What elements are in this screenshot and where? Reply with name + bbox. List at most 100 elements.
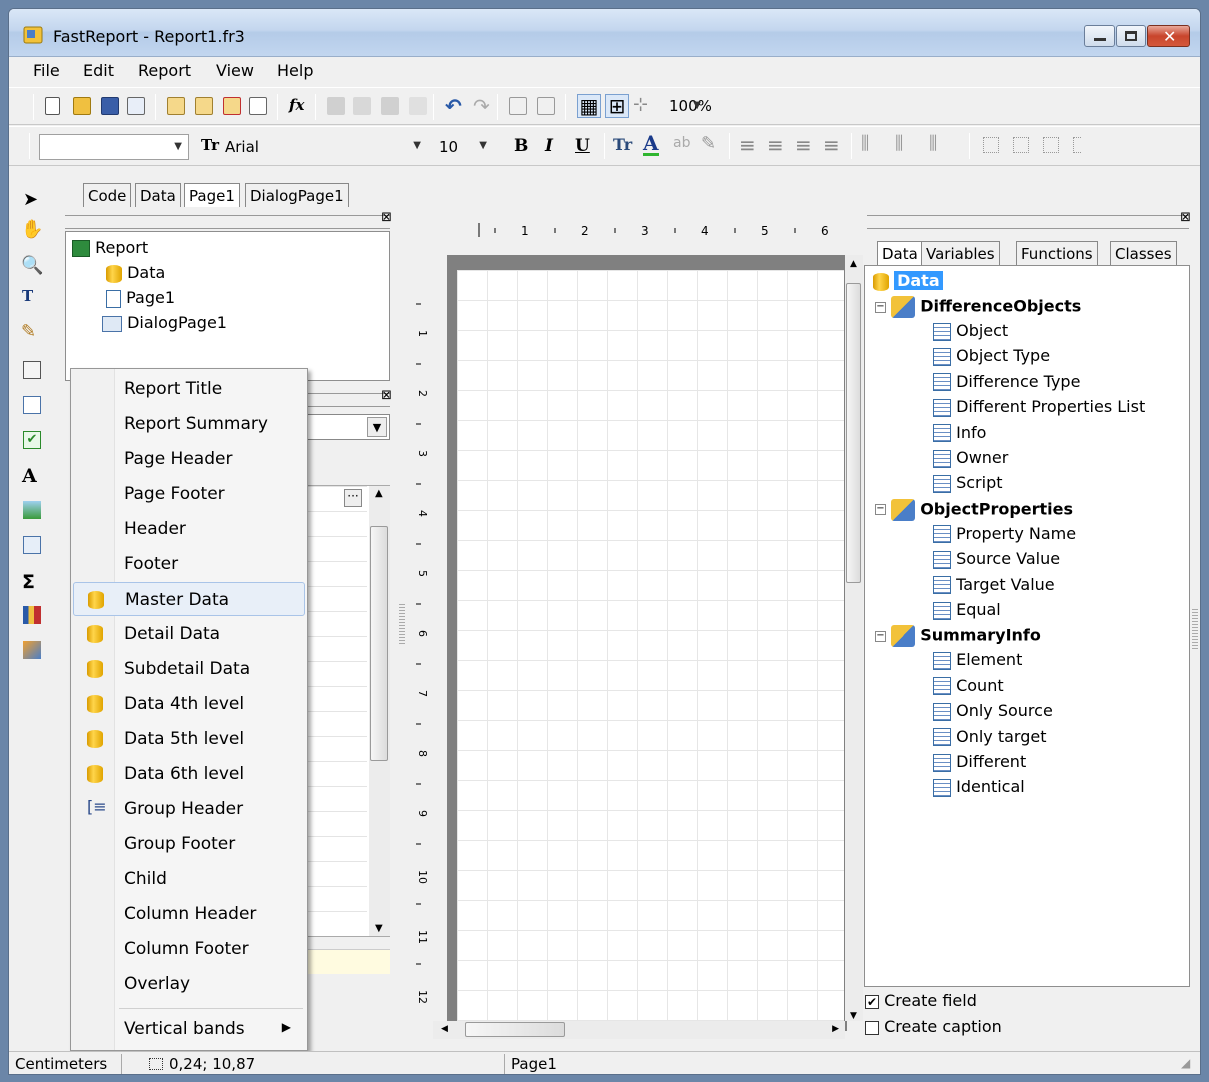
highlight-icon[interactable]: ab	[673, 135, 690, 151]
hand-tool-icon[interactable]: ✋	[21, 219, 43, 240]
ungroup-icon[interactable]	[537, 97, 555, 115]
insert-band-icon[interactable]	[23, 361, 41, 379]
underline-button[interactable]: U	[575, 136, 590, 156]
paste-icon[interactable]	[381, 97, 399, 115]
menu-item-report-title[interactable]: Report Title	[73, 372, 305, 406]
menu-item-data-5th-level[interactable]: Data 5th level	[73, 722, 305, 756]
format-painter-icon[interactable]	[409, 97, 427, 115]
tab-page1[interactable]: Page1	[184, 183, 240, 207]
tab-code[interactable]: Code	[83, 183, 132, 207]
highlight-attr-icon[interactable]: ✎	[701, 133, 716, 154]
tab-data[interactable]: Data	[135, 183, 181, 207]
text-tool-icon[interactable]: T	[22, 287, 33, 305]
right-splitter[interactable]	[1192, 609, 1198, 649]
field-node[interactable]: Source Value	[933, 549, 1060, 569]
design-hscrollbar[interactable]: ◀ ▶	[433, 1021, 845, 1039]
design-vscrollbar[interactable]: ▲ ▼	[845, 255, 863, 1021]
picture-object-icon[interactable]	[23, 501, 41, 519]
font-object-icon[interactable]: A	[22, 465, 37, 487]
field-node[interactable]: Identical	[933, 777, 1025, 797]
frame-right-icon[interactable]	[1073, 137, 1081, 153]
align-top-icon[interactable]: ⫼	[861, 133, 869, 154]
tab-data-tree[interactable]: Data	[877, 241, 923, 265]
menu-item-page-footer[interactable]: Page Footer	[73, 477, 305, 511]
zoom-tool-icon[interactable]: 🔍	[21, 255, 43, 276]
menu-item-data-6th-level[interactable]: Data 6th level	[73, 757, 305, 791]
align-left-icon[interactable]: ≡	[739, 133, 756, 157]
tree-item-data[interactable]: Data	[106, 263, 165, 283]
left-splitter[interactable]	[399, 604, 405, 644]
field-node[interactable]: Target Value	[933, 575, 1055, 595]
design-page[interactable]	[457, 270, 844, 1030]
new-page-icon[interactable]	[167, 97, 185, 115]
menu-item-group-footer[interactable]: Group Footer	[73, 827, 305, 861]
inspector-scrollbar[interactable]: ▲ ▼	[369, 486, 390, 936]
italic-button[interactable]: I	[545, 136, 553, 156]
tree-item-page1[interactable]: Page1	[106, 288, 175, 308]
menu-item-page-header[interactable]: Page Header	[73, 442, 305, 476]
menu-item-detail-data[interactable]: Detail Data	[73, 617, 305, 651]
checkbox-empty-icon[interactable]	[865, 1020, 879, 1035]
collapse-icon[interactable]: −	[875, 301, 886, 313]
new-dialog-icon[interactable]	[195, 97, 213, 115]
field-node[interactable]: Owner	[933, 448, 1008, 468]
menu-edit[interactable]: Edit	[83, 61, 114, 80]
preview-icon[interactable]	[127, 97, 145, 115]
menu-item-subdetail-data[interactable]: Subdetail Data	[73, 652, 305, 686]
create-caption-option[interactable]: Create caption	[865, 1017, 1002, 1036]
field-node[interactable]: Element	[933, 650, 1022, 670]
page-settings-icon[interactable]	[249, 97, 267, 115]
tab-classes[interactable]: Classes	[1110, 241, 1177, 265]
bold-button[interactable]: B	[514, 136, 528, 156]
menu-item-footer[interactable]: Footer	[73, 547, 305, 581]
menu-item-data-4th-level[interactable]: Data 4th level	[73, 687, 305, 721]
undo-icon[interactable]: ↶	[445, 94, 462, 118]
chart-object-icon[interactable]	[23, 606, 41, 624]
menu-item-vertical-bands[interactable]: Vertical bands ▶	[73, 1012, 305, 1046]
menu-report[interactable]: Report	[138, 61, 191, 80]
align-to-grid-icon[interactable]: ⊞	[605, 94, 629, 118]
cut-icon[interactable]	[327, 97, 345, 115]
zoom-combo[interactable]: 100% ▼	[663, 94, 743, 120]
menu-item-overlay[interactable]: Overlay	[73, 967, 305, 1001]
collapse-icon[interactable]: −	[875, 630, 886, 642]
tab-functions[interactable]: Functions	[1016, 241, 1098, 265]
field-node[interactable]: Object Type	[933, 346, 1050, 366]
menu-help[interactable]: Help	[277, 61, 313, 80]
dataset-node[interactable]: − DifferenceObjects	[875, 296, 1081, 318]
menu-item-group-header[interactable]: [≡ Group Header	[73, 792, 305, 826]
open-icon[interactable]	[73, 97, 91, 115]
field-node[interactable]: Count	[933, 676, 1004, 696]
text-object-icon[interactable]	[23, 396, 41, 414]
field-node[interactable]: Info	[933, 423, 986, 443]
field-node[interactable]: Different Properties List	[933, 397, 1145, 417]
frame-bottom-icon[interactable]	[1013, 137, 1029, 153]
dataset-node[interactable]: − ObjectProperties	[875, 498, 1073, 521]
create-field-option[interactable]: ✔ Create field	[865, 991, 977, 1010]
sum-object-icon[interactable]: Σ	[22, 571, 35, 593]
group-icon[interactable]	[509, 97, 527, 115]
resize-grip-icon[interactable]: ◢	[1181, 1056, 1190, 1070]
data-tree-root[interactable]: Data	[873, 271, 943, 291]
design-vscroll-thumb[interactable]	[846, 283, 861, 583]
font-name-combo[interactable]: Tr Arial ▼	[195, 134, 427, 160]
close-panel-icon[interactable]: ⊠	[381, 388, 392, 403]
restore-button[interactable]	[1116, 25, 1146, 47]
design-hscroll-thumb[interactable]	[465, 1022, 565, 1037]
menu-item-report-summary[interactable]: Report Summary	[73, 407, 305, 441]
align-middle-icon[interactable]: ⫼	[895, 133, 903, 154]
inspector-scroll-thumb[interactable]	[370, 526, 388, 761]
tree-item-dialogpage1[interactable]: DialogPage1	[102, 313, 227, 332]
dataset-node[interactable]: − SummaryInfo	[875, 625, 1041, 648]
field-node[interactable]: Property Name	[933, 524, 1076, 544]
menu-view[interactable]: View	[216, 61, 254, 80]
checkbox-object-icon[interactable]: ✔	[23, 431, 41, 449]
field-node[interactable]: Different	[933, 752, 1026, 772]
font-settings-icon[interactable]: Tr	[613, 135, 632, 154]
frame-left-icon[interactable]	[1043, 137, 1059, 153]
field-node[interactable]: Difference Type	[933, 372, 1080, 392]
style-combo[interactable]: ▼	[39, 134, 189, 160]
tree-item-report[interactable]: Report	[72, 238, 148, 257]
redo-icon[interactable]: ↷	[473, 94, 490, 118]
format-tool-icon[interactable]: ✎	[21, 321, 36, 342]
